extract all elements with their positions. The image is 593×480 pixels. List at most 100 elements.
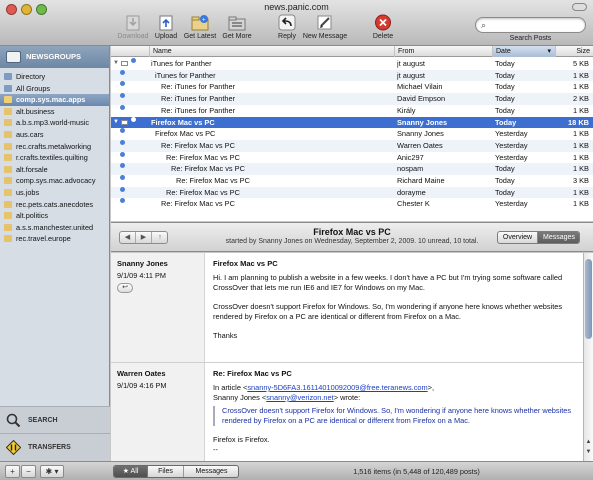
column-header-name[interactable]: Name — [149, 46, 394, 57]
sidebar-item-group[interactable]: aus.cars — [0, 129, 109, 141]
disclosure-triangle-icon[interactable]: ▼ — [113, 117, 119, 129]
filter-all-tab[interactable]: ★ All — [114, 466, 148, 477]
folder-icon — [4, 154, 12, 162]
folder-icon — [4, 165, 12, 173]
message-subject: Firefox Mac vs PC — [213, 259, 278, 268]
table-row[interactable]: Re: Firefox Mac vs PC dorayme Today 1 KB — [111, 186, 593, 199]
overview-tab[interactable]: Overview — [498, 232, 538, 243]
remove-group-button[interactable]: − — [21, 465, 36, 478]
email-link[interactable]: snanny@verizon.net — [266, 393, 334, 402]
folder-icon — [4, 107, 12, 115]
table-row[interactable]: Re: Firefox Mac vs PC Chester K Yesterda… — [111, 198, 593, 210]
new-message-button[interactable]: New Message — [302, 14, 348, 40]
sidebar-search-button[interactable]: SEARCH — [0, 406, 110, 433]
sidebar-item-group[interactable]: alt.business — [0, 106, 109, 118]
message: Warren Oates 9/1/09 4:16 PM Re: Firefox … — [111, 363, 583, 461]
unread-dot-icon — [120, 198, 125, 204]
message-pane: Snanny Jones 9/1/09 4:11 PM ↩ Firefox Ma… — [111, 253, 583, 461]
folder-icon — [4, 188, 12, 196]
search-posts-input[interactable]: ⌕ — [475, 17, 586, 33]
scroll-down-arrow-icon[interactable]: ▼ — [584, 449, 593, 455]
sidebar-item-group[interactable]: us.jobs — [0, 187, 109, 199]
column-header-date[interactable]: Date ▾ — [492, 46, 555, 57]
table-row[interactable]: iTunes for Panther jt august Today 1 KB — [111, 69, 593, 82]
table-row-selected[interactable]: ▼ Firefox Mac vs PC Snanny Jones Today 1… — [111, 116, 593, 129]
download-icon — [124, 14, 142, 31]
table-row[interactable]: Re: Firefox Mac vs PC Anic297 Yesterday … — [111, 151, 593, 164]
thread-header: ◀ ▶ ↑ Firefox Mac vs PC started by Snann… — [111, 222, 593, 252]
add-group-button[interactable]: + — [5, 465, 20, 478]
disclosure-triangle-icon[interactable]: ▼ — [113, 58, 119, 70]
sidebar-transfers-button[interactable]: TRANSFERS — [0, 433, 110, 460]
unread-dot-icon — [131, 116, 136, 122]
table-row[interactable]: Re: Firefox Mac vs PC Richard Maine Toda… — [111, 175, 593, 187]
envelope-icon — [121, 119, 128, 125]
newsgroups-header[interactable]: NEWSGROUPS — [0, 46, 109, 68]
gear-icon: ✱ — [45, 467, 53, 476]
download-button[interactable]: Download — [117, 14, 149, 40]
sidebar-item-group[interactable]: a.b.s.mp3.world-music — [0, 117, 109, 129]
message-meta: Warren Oates 9/1/09 4:16 PM — [111, 363, 205, 461]
folder-icon — [4, 142, 12, 150]
newsgroups-icon — [6, 51, 21, 63]
message-scrollbar[interactable]: ▲ ▼ — [583, 253, 593, 461]
message-id-link[interactable]: snanny-5D6FA3.16114010092009@free.terane… — [247, 383, 427, 392]
toolbar: news.panic.com Download Upload + Get Lat… — [0, 0, 593, 46]
sidebar-item-group[interactable]: rec.pets.cats.anecdotes — [0, 199, 109, 211]
sidebar-tools: SEARCH TRANSFERS — [0, 406, 110, 461]
status-bar: + − ✱ ▾ ★ All Files Messages 1,516 items… — [0, 461, 593, 480]
scroll-thumb[interactable] — [585, 259, 592, 339]
unread-dot-icon — [120, 186, 125, 192]
sidebar-item-group[interactable]: r.crafts.textiles.quilting — [0, 152, 109, 164]
table-row[interactable]: Re: iTunes for Panther Michael Vilain To… — [111, 81, 593, 93]
folder-icon — [4, 200, 12, 208]
message-author: Snanny Jones — [117, 259, 168, 268]
unread-dot-icon — [131, 58, 136, 63]
get-latest-icon: + — [191, 14, 209, 31]
scroll-up-arrow-icon[interactable]: ▲ — [584, 439, 593, 445]
view-switcher: Overview Messages — [497, 231, 580, 244]
window-title: news.panic.com — [264, 2, 329, 12]
svg-text:+: + — [202, 18, 206, 24]
sidebar-item-group[interactable]: comp.sys.mac.advocacy — [0, 175, 109, 187]
column-header-from[interactable]: From — [394, 46, 492, 57]
filter-messages-tab[interactable]: Messages — [184, 466, 238, 477]
sort-arrow-icon: ▾ — [547, 48, 551, 55]
table-row[interactable]: ▼ iTunes for Panther jt august Today 5 K… — [111, 58, 593, 70]
sidebar-item-group[interactable]: alt.forsale — [0, 164, 109, 176]
quoted-text: CrossOver doesn't support Firefox for Wi… — [213, 406, 575, 426]
get-more-button[interactable]: Get More — [220, 14, 254, 40]
table-row[interactable]: Re: Firefox Mac vs PC nospam Today 1 KB — [111, 163, 593, 175]
sidebar-item-group[interactable]: a.s.s.manchester.united — [0, 222, 109, 234]
sidebar-item-group[interactable]: comp.sys.mac.apps — [0, 94, 109, 106]
sidebar-item-directory[interactable]: Directory — [0, 71, 109, 83]
sidebar-item-all-groups[interactable]: All Groups — [0, 83, 109, 95]
message-date: 9/1/09 4:11 PM — [117, 271, 166, 280]
column-header-size[interactable]: Size — [555, 46, 593, 57]
search-posts-label: Search Posts — [509, 35, 552, 42]
get-latest-button[interactable]: + Get Latest — [182, 14, 218, 40]
column-header-status[interactable] — [111, 46, 149, 57]
table-row[interactable]: Re: iTunes for Panther Király Today 1 KB — [111, 104, 593, 117]
item-filter: ★ All Files Messages — [113, 465, 239, 478]
sidebar-item-group[interactable]: rec.crafts.metalworking — [0, 141, 109, 153]
messages-tab[interactable]: Messages — [538, 232, 579, 243]
sidebar-item-group[interactable]: alt.politics — [0, 210, 109, 222]
gear-menu-button[interactable]: ✱ ▾ — [40, 465, 64, 478]
sidebar-item-group[interactable]: rec.travel.europe — [0, 233, 109, 245]
list-header: Name From Date ▾ Size — [111, 46, 593, 57]
unread-dot-icon — [120, 128, 125, 134]
upload-button[interactable]: Upload — [152, 14, 180, 40]
reply-button[interactable]: Reply — [274, 14, 300, 40]
delete-icon — [374, 14, 392, 31]
filter-files-tab[interactable]: Files — [148, 466, 184, 477]
table-row[interactable]: Re: Firefox Mac vs PC Warren Oates Yeste… — [111, 139, 593, 152]
unread-dot-icon — [120, 151, 125, 157]
unread-dot-icon — [120, 93, 125, 99]
reply-arrow-icon[interactable]: ↩ — [117, 283, 133, 293]
table-row[interactable]: Firefox Mac vs PC Snanny Jones Yesterday… — [111, 128, 593, 140]
status-text: 1,516 items (in 5,448 of 120,489 posts) — [353, 467, 480, 476]
toolbar-toggle-button[interactable] — [572, 3, 587, 11]
table-row[interactable]: Re: iTunes for Panther David Empson Toda… — [111, 93, 593, 105]
delete-button[interactable]: Delete — [368, 14, 398, 40]
